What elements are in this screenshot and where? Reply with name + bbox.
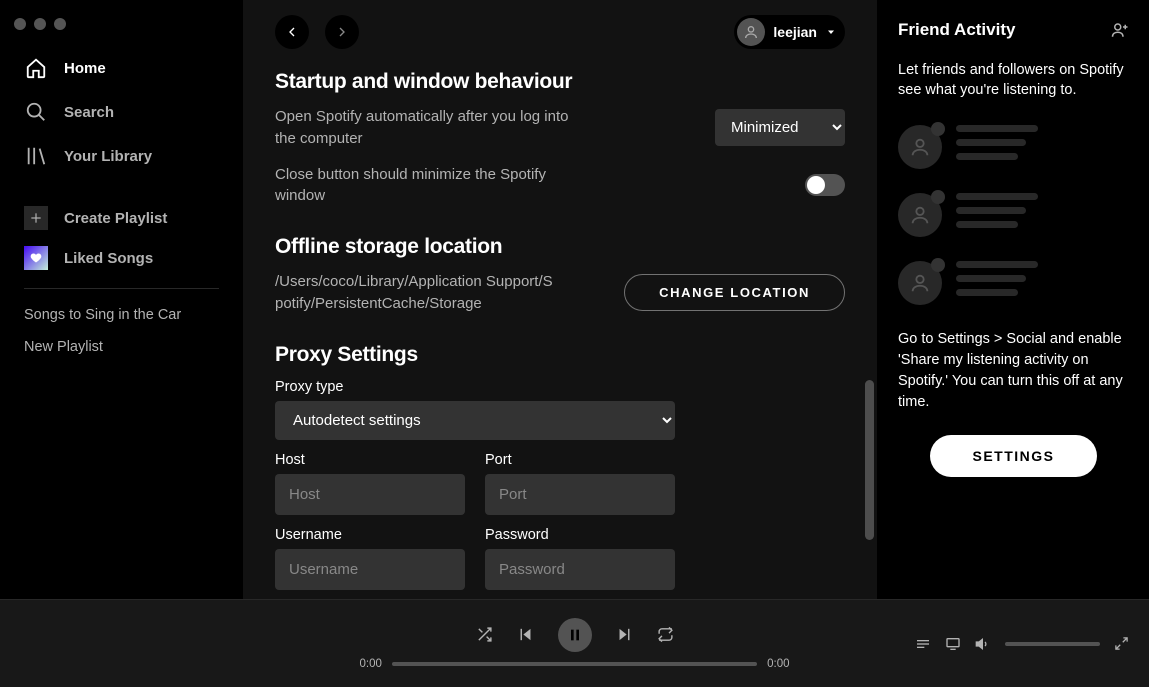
nav-forward-button[interactable] <box>325 15 359 49</box>
proxy-type-select[interactable]: Autodetect settings <box>275 401 675 440</box>
user-avatar-icon <box>737 18 765 46</box>
setting-label: Close button should minimize the Spotify… <box>275 164 585 208</box>
nav-library[interactable]: Your Library <box>0 134 243 178</box>
repeat-button[interactable] <box>657 626 674 643</box>
friend-placeholder <box>898 261 1129 305</box>
playlist-item[interactable]: Songs to Sing in the Car <box>0 299 243 331</box>
settings-content: Startup and window behaviour Open Spotif… <box>243 64 877 599</box>
section-heading-offline: Offline storage location <box>275 235 845 259</box>
startup-mode-select[interactable]: Minimized <box>715 109 845 146</box>
traffic-close-icon[interactable] <box>14 18 26 30</box>
proxy-username-input[interactable] <box>275 549 465 590</box>
plus-icon <box>24 206 48 230</box>
proxy-password-input[interactable] <box>485 549 675 590</box>
previous-button[interactable] <box>517 626 534 643</box>
friend-placeholder <box>898 125 1129 169</box>
section-heading-proxy: Proxy Settings <box>275 343 845 367</box>
volume-icon[interactable] <box>975 636 991 652</box>
change-location-button[interactable]: CHANGE LOCATION <box>624 274 845 311</box>
friend-settings-button[interactable]: SETTINGS <box>930 435 1096 477</box>
traffic-minimize-icon[interactable] <box>34 18 46 30</box>
queue-button[interactable] <box>915 636 931 652</box>
proxy-user-label: Username <box>275 527 465 543</box>
proxy-port-label: Port <box>485 452 675 468</box>
library-icon <box>24 144 48 168</box>
nav-search[interactable]: Search <box>0 90 243 134</box>
user-avatar-icon <box>898 261 942 305</box>
heart-icon <box>24 246 48 270</box>
devices-button[interactable] <box>945 636 961 652</box>
total-time: 0:00 <box>767 658 789 670</box>
traffic-maximize-icon[interactable] <box>54 18 66 30</box>
section-heading-startup: Startup and window behaviour <box>275 70 845 94</box>
fullscreen-button[interactable] <box>1114 636 1129 651</box>
search-icon <box>24 100 48 124</box>
playlist-item[interactable]: New Playlist <box>0 331 243 363</box>
friend-activity-subtitle: Let friends and followers on Spotify see… <box>898 60 1129 101</box>
shuffle-button[interactable] <box>476 626 493 643</box>
play-pause-button[interactable] <box>558 618 592 652</box>
nav-home[interactable]: Home <box>0 46 243 90</box>
sidebar: Home Search Your Library Create Playlist… <box>0 0 243 599</box>
user-avatar-icon <box>898 193 942 237</box>
proxy-host-input[interactable] <box>275 474 465 515</box>
sidebar-divider <box>24 288 219 289</box>
user-avatar-icon <box>898 125 942 169</box>
friend-placeholder <box>898 193 1129 237</box>
chevron-down-icon <box>825 26 837 38</box>
friend-activity-title: Friend Activity <box>898 20 1015 40</box>
window-controls <box>0 12 243 46</box>
nav-back-button[interactable] <box>275 15 309 49</box>
main-pane: leejian Startup and window behaviour Ope… <box>243 0 877 599</box>
home-icon <box>24 56 48 80</box>
username-label: leejian <box>773 24 817 40</box>
proxy-pass-label: Password <box>485 527 675 543</box>
friend-activity-instructions: Go to Settings > Social and enable 'Shar… <box>898 329 1129 413</box>
progress-bar[interactable] <box>392 662 757 666</box>
create-playlist-label: Create Playlist <box>64 210 167 227</box>
elapsed-time: 0:00 <box>360 658 382 670</box>
scrollbar-thumb[interactable] <box>865 380 874 540</box>
next-button[interactable] <box>616 626 633 643</box>
nav-home-label: Home <box>64 60 106 77</box>
player-bar: 0:00 0:00 <box>0 599 1149 687</box>
liked-songs[interactable]: Liked Songs <box>0 238 243 278</box>
proxy-type-label: Proxy type <box>275 379 845 395</box>
setting-label: Open Spotify automatically after you log… <box>275 106 585 150</box>
storage-path: /Users/coco/Library/Application Support/… <box>275 271 555 315</box>
liked-songs-label: Liked Songs <box>64 250 153 267</box>
friend-activity-pane: Friend Activity Let friends and follower… <box>877 0 1149 599</box>
close-minimize-toggle[interactable] <box>805 174 845 196</box>
nav-library-label: Your Library <box>64 148 152 165</box>
create-playlist[interactable]: Create Playlist <box>0 198 243 238</box>
add-friend-icon[interactable] <box>1111 21 1129 39</box>
volume-slider[interactable] <box>1005 642 1100 646</box>
topbar: leejian <box>243 0 877 64</box>
user-menu[interactable]: leejian <box>734 15 845 49</box>
proxy-port-input[interactable] <box>485 474 675 515</box>
nav-search-label: Search <box>64 104 114 121</box>
proxy-host-label: Host <box>275 452 465 468</box>
